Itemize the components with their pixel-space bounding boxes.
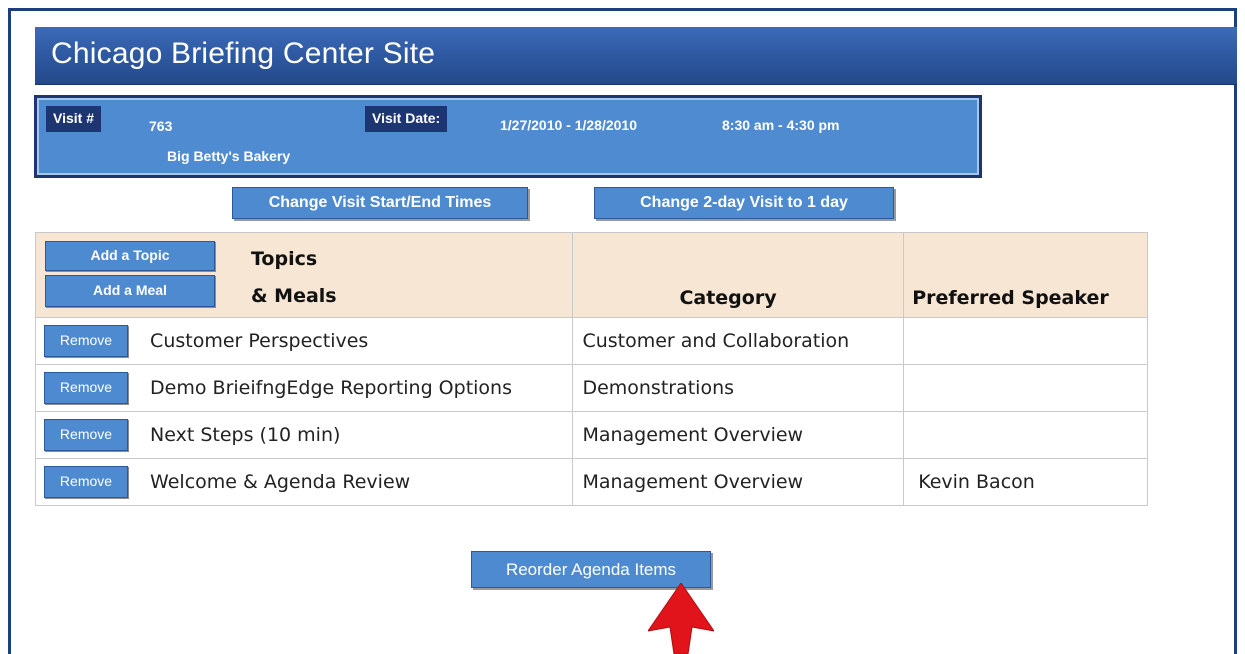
topics-header-cell: Add a Topic Add a Meal Topics & Meals [34, 232, 574, 318]
category-header-cell: Category [572, 232, 905, 318]
page-title: Chicago Briefing Center Site [51, 37, 436, 70]
topic-name: Customer Perspectives [150, 330, 369, 352]
title-bar: Chicago Briefing Center Site [35, 27, 1237, 85]
category-cell: Management Overview [572, 458, 905, 506]
speaker-cell [903, 317, 1148, 365]
speaker-cell [903, 364, 1148, 412]
visit-dates-value: 1/27/2010 - 1/28/2010 [500, 117, 638, 133]
category-cell: Management Overview [572, 411, 905, 459]
agenda-header-row: Add a Topic Add a Meal Topics & Meals Ca… [34, 232, 1148, 318]
topic-cell: Remove Customer Perspectives [34, 317, 574, 365]
remove-button[interactable]: Remove [44, 466, 128, 498]
table-row: Remove Next Steps (10 min) Management Ov… [34, 411, 1148, 459]
category-cell: Customer and Collaboration [572, 317, 905, 365]
speaker-cell: Kevin Bacon [903, 458, 1148, 506]
topic-name: Demo BrieifngEdge Reporting Options [150, 377, 512, 399]
change-visit-days-button[interactable]: Change 2-day Visit to 1 day [594, 187, 894, 219]
remove-button[interactable]: Remove [44, 325, 128, 357]
speaker-header-cell: Preferred Speaker [903, 232, 1148, 318]
topic-cell: Remove Next Steps (10 min) [34, 411, 574, 459]
add-meal-button[interactable]: Add a Meal [45, 275, 215, 307]
speaker-header-label: Preferred Speaker [912, 287, 1109, 309]
add-topic-button[interactable]: Add a Topic [45, 241, 215, 271]
remove-button[interactable]: Remove [44, 372, 128, 404]
speaker-cell [903, 411, 1148, 459]
red-arrow-icon [648, 583, 714, 654]
table-row: Remove Welcome & Agenda Review Managemen… [34, 458, 1148, 506]
agenda-table: Add a Topic Add a Meal Topics & Meals Ca… [34, 232, 1148, 506]
visit-info-panel: Visit # 763 Big Betty's Bakery Visit Dat… [34, 95, 982, 178]
change-visit-times-button[interactable]: Change Visit Start/End Times [232, 187, 528, 219]
category-header-label: Category [679, 287, 777, 309]
visit-times-value: 8:30 am - 4:30 pm [722, 117, 840, 133]
remove-button[interactable]: Remove [44, 419, 128, 451]
meals-header-label: & Meals [251, 285, 337, 307]
topic-cell: Remove Welcome & Agenda Review [34, 458, 574, 506]
topic-name: Next Steps (10 min) [150, 424, 341, 446]
category-cell: Demonstrations [572, 364, 905, 412]
visit-date-label: Visit Date: [365, 106, 448, 132]
table-row: Remove Demo BrieifngEdge Reporting Optio… [34, 364, 1148, 412]
topics-header-label: Topics [251, 248, 318, 270]
topic-cell: Remove Demo BrieifngEdge Reporting Optio… [34, 364, 574, 412]
visit-number-value: 763 [149, 118, 173, 134]
table-row: Remove Customer Perspectives Customer an… [34, 317, 1148, 365]
visit-company-name: Big Betty's Bakery [167, 148, 291, 164]
topic-name: Welcome & Agenda Review [150, 471, 411, 493]
visit-number-label: Visit # [46, 106, 101, 132]
